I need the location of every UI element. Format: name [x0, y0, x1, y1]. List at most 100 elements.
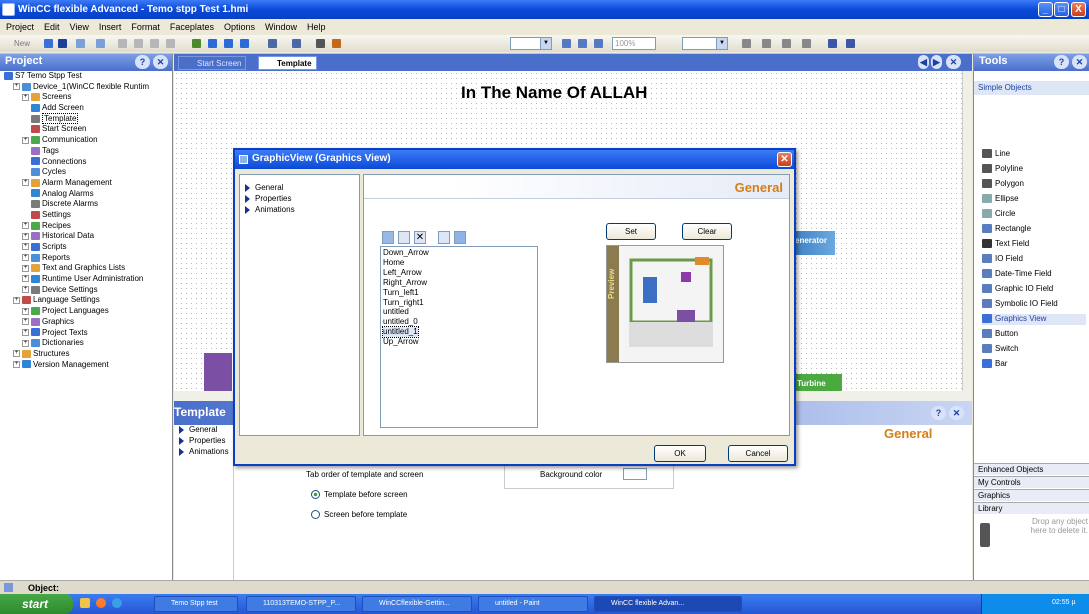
dialog-nav-properties[interactable]: Properties — [245, 194, 291, 203]
tool-graphics-view[interactable]: Graphics View — [982, 314, 1086, 325]
app-icon[interactable] — [2, 3, 15, 16]
firefox-icon[interactable] — [96, 598, 106, 608]
editor-close-icon[interactable]: ✕ — [946, 55, 961, 69]
cut-icon[interactable] — [134, 39, 143, 48]
menu-edit[interactable]: Edit — [44, 22, 60, 35]
menu-options[interactable]: Options — [224, 22, 255, 35]
tree-item[interactable]: + Graphics — [0, 317, 172, 328]
ok-button[interactable]: OK — [654, 445, 706, 462]
expand-icon[interactable]: + — [22, 243, 29, 251]
tool-switch[interactable]: Switch — [982, 344, 1019, 355]
expand-icon[interactable]: + — [22, 328, 29, 336]
tool-polygon[interactable]: Polygon — [982, 179, 1024, 190]
thumbnail-view-icon[interactable] — [454, 231, 466, 244]
radio-unchecked-icon[interactable] — [311, 510, 320, 520]
maximize-button[interactable]: □ — [1054, 2, 1069, 17]
save-icon[interactable] — [58, 39, 67, 48]
generator-object[interactable]: enerator — [790, 231, 835, 255]
expand-icon[interactable]: + — [22, 318, 29, 326]
compile-icon[interactable] — [208, 39, 217, 48]
tree-item[interactable]: + Project Languages — [0, 306, 172, 317]
tree-item[interactable]: Discrete Alarms — [0, 199, 172, 210]
line-style-icon[interactable] — [802, 39, 811, 48]
tree-item[interactable]: + Language Settings — [0, 295, 172, 306]
transfer-icon[interactable] — [224, 39, 233, 48]
graphic-list-item[interactable]: untitled_1 — [382, 326, 419, 339]
tab-next-icon[interactable]: ▶ — [931, 55, 942, 69]
expand-icon[interactable]: + — [22, 222, 29, 230]
graphic-list-item[interactable]: Turn_right1 — [383, 298, 535, 308]
graphic-list-item[interactable]: Left_Arrow — [383, 268, 535, 278]
quicklaunch-icon[interactable] — [80, 598, 90, 608]
check-icon[interactable] — [192, 39, 201, 48]
zoom-in-icon[interactable] — [578, 39, 587, 48]
dialog-nav-general[interactable]: General — [245, 183, 283, 192]
tool-category[interactable]: Enhanced Objects — [974, 463, 1089, 475]
tools-pin-icon[interactable]: ? — [1054, 55, 1069, 69]
graphic-import-icon[interactable] — [382, 231, 394, 244]
tree-item[interactable]: + Reports — [0, 253, 172, 264]
tree-item[interactable]: Settings — [0, 210, 172, 221]
tree-item[interactable]: Tags — [0, 146, 172, 157]
tree-item[interactable]: + Text and Graphics Lists — [0, 263, 172, 274]
chevron-down-icon[interactable]: ▼ — [716, 38, 727, 49]
tree-item[interactable]: + Project Texts — [0, 328, 172, 339]
tree-item[interactable]: Start Screen — [0, 124, 172, 135]
undo-icon[interactable] — [76, 39, 85, 48]
list-view-icon[interactable] — [438, 231, 450, 244]
tools-close-icon[interactable]: ✕ — [1072, 55, 1087, 69]
tree-item[interactable]: + Scripts — [0, 242, 172, 253]
radio-checked-icon[interactable] — [311, 490, 320, 500]
graphic-list-item[interactable]: Right_Arrow — [383, 278, 535, 288]
zoom-fit-icon[interactable] — [562, 39, 571, 48]
binoculars-icon[interactable] — [316, 39, 325, 48]
tool-symbolic-io-field[interactable]: Symbolic IO Field — [982, 299, 1058, 310]
graphic-list-item[interactable]: Home — [383, 258, 535, 268]
tool-polyline[interactable]: Polyline — [982, 164, 1023, 175]
object-list-icon[interactable] — [4, 583, 13, 592]
properties-close-icon[interactable]: ✕ — [949, 406, 964, 420]
tree-item[interactable]: Add Screen — [0, 103, 172, 114]
tree-item[interactable]: Template — [0, 112, 172, 125]
start-button[interactable]: start — [0, 594, 73, 614]
tree-item[interactable]: + Alarm Management — [0, 178, 172, 189]
radio-template-before-screen[interactable]: Template before screen — [311, 490, 408, 500]
tank-shape[interactable] — [204, 353, 232, 393]
tool-category[interactable]: Graphics — [974, 489, 1089, 501]
task-temo-stpp-p[interactable]: 110313TEMO-STPP_P... — [246, 596, 356, 612]
tree-item[interactable]: Analog Alarms — [0, 189, 172, 200]
properties-nav-general[interactable]: General — [179, 425, 217, 434]
task-paint[interactable]: untitled - Paint — [478, 596, 588, 612]
chevron-down-icon[interactable]: ▼ — [540, 38, 551, 49]
fill-color-icon[interactable] — [762, 39, 771, 48]
runtime-icon[interactable] — [240, 39, 249, 48]
tab-start-screen[interactable]: Start Screen — [178, 56, 247, 70]
task-wincc-getting[interactable]: WinCCflexible-Gettin... — [362, 596, 472, 612]
language-icon[interactable] — [332, 39, 341, 48]
dialog-close-button[interactable]: ✕ — [777, 152, 792, 167]
tree-item[interactable]: + Device Settings — [0, 285, 172, 296]
expand-icon[interactable]: + — [22, 339, 29, 347]
tool-text-field[interactable]: Text Field — [982, 239, 1029, 250]
tool-category[interactable]: My Controls — [974, 476, 1089, 488]
tree-item[interactable]: + Structures — [0, 349, 172, 360]
graphic-list-item[interactable]: Up_Arrow — [383, 337, 535, 347]
tree-item[interactable]: Cycles — [0, 167, 172, 178]
expand-icon[interactable]: + — [22, 93, 29, 101]
expand-icon[interactable]: + — [13, 296, 20, 304]
new-button[interactable]: New — [14, 39, 30, 48]
tree-item[interactable]: + Runtime User Administration — [0, 274, 172, 285]
task-wincc-advanced[interactable]: WinCC flexible Advan... — [594, 596, 742, 612]
download-icon[interactable] — [268, 39, 277, 48]
graphic-list-item[interactable]: untitled — [383, 307, 535, 317]
screen-header-text[interactable]: In The Name Of ALLAH — [461, 83, 647, 103]
tool-date-time-field[interactable]: Date-Time Field — [982, 269, 1052, 280]
expand-icon[interactable]: + — [22, 286, 29, 294]
tool-rectangle[interactable]: Rectangle — [982, 224, 1031, 235]
graphic-list-item[interactable]: untitled_0 — [383, 317, 535, 327]
tool-category[interactable]: Library — [974, 502, 1089, 514]
expand-icon[interactable]: + — [13, 350, 20, 358]
tool-io-field[interactable]: IO Field — [982, 254, 1023, 265]
tools-section-header[interactable]: Simple Objects — [974, 81, 1089, 95]
clear-button[interactable]: Clear — [682, 223, 732, 240]
